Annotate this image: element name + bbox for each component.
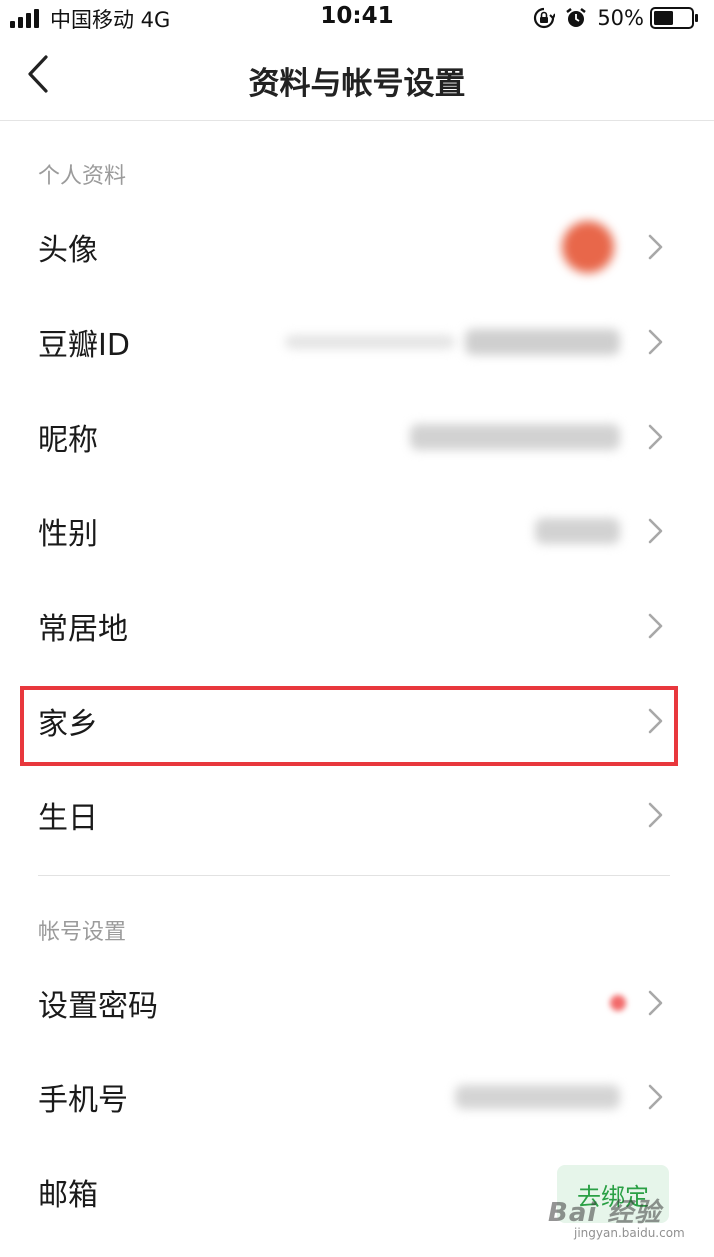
hometown-highlight-box bbox=[20, 686, 678, 766]
section-title-profile: 个人资料 bbox=[38, 164, 127, 189]
chevron-right-icon bbox=[648, 1084, 663, 1110]
battery-icon bbox=[650, 7, 698, 29]
row-label-douban-id: 豆瓣ID bbox=[38, 328, 130, 363]
battery-percent: 50% bbox=[597, 6, 644, 30]
row-label-birthday: 生日 bbox=[38, 801, 98, 836]
page-title: 资料与帐号设置 bbox=[248, 66, 466, 102]
row-residence[interactable]: 常居地 bbox=[0, 579, 714, 673]
row-gender[interactable]: 性别 bbox=[0, 484, 714, 578]
status-right: 50% bbox=[533, 4, 700, 32]
row-label-nickname: 昵称 bbox=[38, 423, 98, 458]
section-divider bbox=[38, 875, 670, 876]
watermark-url: jingyan.baidu.com bbox=[574, 1226, 685, 1240]
douban-id-value-redacted bbox=[285, 335, 455, 349]
section-title-account: 帐号设置 bbox=[38, 920, 127, 945]
phone-value-redacted bbox=[455, 1085, 620, 1109]
row-set-password[interactable]: 设置密码 bbox=[0, 956, 714, 1050]
chevron-right-icon bbox=[648, 802, 663, 828]
row-douban-id[interactable]: 豆瓣ID bbox=[0, 295, 714, 389]
row-label-avatar: 头像 bbox=[38, 233, 98, 268]
row-label-set-password: 设置密码 bbox=[38, 989, 158, 1024]
status-bar: 中国移动 4G 10:41 50% bbox=[0, 0, 714, 36]
row-label-gender: 性别 bbox=[38, 517, 98, 552]
chevron-right-icon bbox=[648, 424, 663, 450]
row-label-email: 邮箱 bbox=[38, 1178, 98, 1213]
chevron-right-icon bbox=[648, 518, 663, 544]
notification-dot bbox=[610, 995, 626, 1011]
row-phone[interactable]: 手机号 bbox=[0, 1050, 714, 1144]
watermark-logo: Bai 经验 bbox=[548, 1198, 662, 1228]
row-label-phone: 手机号 bbox=[38, 1083, 128, 1118]
row-nickname[interactable]: 昵称 bbox=[0, 390, 714, 484]
row-avatar[interactable]: 头像 bbox=[0, 200, 714, 294]
rotation-lock-icon bbox=[534, 7, 556, 29]
chevron-right-icon bbox=[648, 990, 663, 1016]
alarm-icon bbox=[566, 8, 587, 27]
row-birthday[interactable]: 生日 bbox=[0, 768, 714, 862]
avatar bbox=[562, 221, 614, 273]
chevron-right-icon bbox=[648, 329, 663, 355]
nav-bar: 资料与帐号设置 bbox=[0, 36, 714, 121]
row-label-residence: 常居地 bbox=[38, 612, 128, 647]
gender-value-redacted bbox=[535, 518, 620, 544]
nickname-value-redacted bbox=[410, 424, 620, 450]
chevron-right-icon bbox=[648, 234, 663, 260]
douban-id-number-redacted bbox=[465, 329, 620, 355]
chevron-right-icon bbox=[648, 613, 663, 639]
